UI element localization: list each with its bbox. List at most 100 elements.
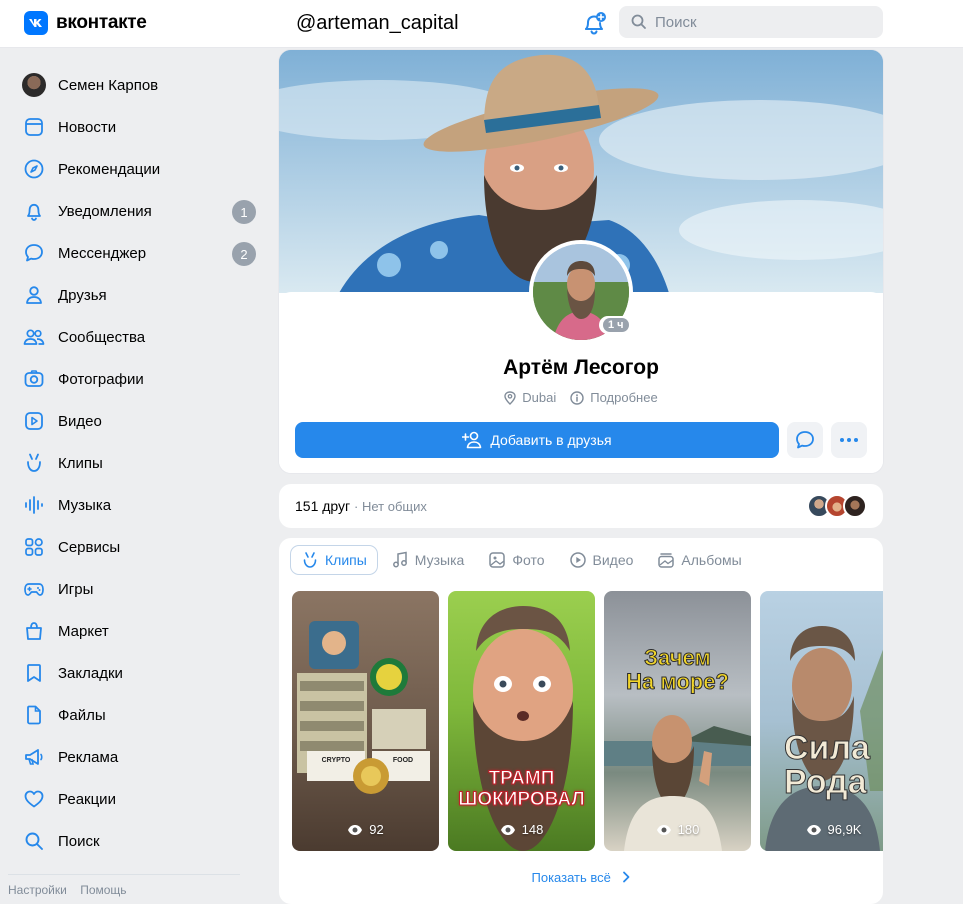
friends-card[interactable]: 151 друг · Нет общих	[279, 484, 883, 528]
sidebar-item-music[interactable]: Музыка	[16, 484, 266, 526]
eye-icon	[656, 824, 671, 835]
info-icon	[570, 390, 584, 405]
clip-caption: Сила Рода	[784, 729, 871, 801]
tab-clips-label: Клипы	[325, 552, 367, 568]
sidebar-item-video[interactable]: Видео	[16, 400, 266, 442]
add-friend-button[interactable]: Добавить в друзья	[295, 422, 779, 458]
clip-thumbnail[interactable]: CRYPTO FOOD 92	[292, 591, 439, 851]
sidebar-item-label: Музыка	[58, 496, 112, 514]
more-horizontal-icon	[840, 438, 858, 442]
sidebar-item-badge: 2	[232, 242, 256, 266]
bell-icon	[22, 199, 46, 223]
profile-details-link[interactable]: Подробнее	[570, 390, 658, 405]
clips-icon	[303, 552, 317, 568]
sidebar-item-bag[interactable]: Маркет	[16, 610, 266, 652]
sidebar-item-bookmark[interactable]: Закладки	[16, 652, 266, 694]
online-status-badge: 1 ч	[599, 316, 633, 334]
search-icon	[22, 829, 46, 853]
eye-icon	[500, 824, 515, 835]
mutual-friends-text: Нет общих	[362, 499, 427, 514]
message-button[interactable]	[787, 422, 823, 458]
profile-card: 1 ч Артём Лесогор Dubai Подробнее Добави…	[279, 50, 883, 473]
sidebar-item-label: Реакции	[58, 790, 116, 808]
search-box[interactable]	[619, 6, 883, 38]
sidebar-item-heart[interactable]: Реакции	[16, 778, 266, 820]
tab-photo[interactable]: Фото	[478, 546, 554, 574]
sidebar-item-clips[interactable]: Клипы	[16, 442, 266, 484]
sidebar-item-users[interactable]: Сообщества	[16, 316, 266, 358]
vk-logo[interactable]: вконтакте	[24, 11, 147, 35]
sidebar-item-compass[interactable]: Рекомендации	[16, 148, 266, 190]
friends-count: 151 друг · Нет общих	[295, 498, 427, 514]
sidebar-item-label: Сообщества	[58, 328, 146, 346]
music-icon	[392, 551, 407, 568]
friend-avatar[interactable]	[843, 494, 867, 518]
tab-albums-label: Альбомы	[681, 552, 742, 568]
tab-clips[interactable]: Клипы	[291, 546, 377, 574]
services-icon	[22, 535, 46, 559]
sidebar-item-label: Уведомления	[58, 202, 152, 220]
sidebar-item-label: Поиск	[58, 832, 100, 850]
tab-photo-label: Фото	[512, 552, 545, 568]
message-icon	[796, 431, 814, 449]
location-pin-icon	[504, 390, 516, 405]
sidebar-item-news[interactable]: Новости	[16, 106, 266, 148]
news-icon	[22, 115, 46, 139]
heart-icon	[22, 787, 46, 811]
logo-text: вконтакте	[56, 12, 147, 33]
sidebar-item-label: Мессенджер	[58, 244, 147, 262]
sidebar-item-user[interactable]: Друзья	[16, 274, 266, 316]
sidebar-profile[interactable]: Семен Карпов	[16, 64, 266, 106]
left-sidebar: Семен Карпов Новости Рекомендации Уведомле…	[16, 64, 266, 862]
media-tabs: Клипы Музыка Фото Видео Альбомы	[291, 546, 756, 574]
sidebar-profile-name: Семен Карпов	[58, 76, 159, 94]
clip-thumbnail[interactable]: ТРАМП ШОКИРОВАЛ 148	[448, 591, 595, 851]
avatar	[22, 73, 46, 97]
megaphone-icon	[22, 745, 46, 769]
music-icon	[22, 493, 46, 517]
sidebar-item-file[interactable]: Файлы	[16, 694, 266, 736]
sidebar-item-label: Закладки	[58, 664, 123, 682]
search-input[interactable]	[655, 13, 855, 31]
clips-icon	[22, 451, 46, 475]
sidebar-item-services[interactable]: Сервисы	[16, 526, 266, 568]
header-handle: @arteman_capital	[296, 12, 459, 34]
clip-views: 96,9K	[760, 822, 883, 837]
bag-icon	[22, 619, 46, 643]
gamepad-icon	[22, 577, 46, 601]
sidebar-item-chat[interactable]: Мессенджер 2	[16, 232, 266, 274]
vk-logo-icon	[24, 11, 48, 35]
sidebar-item-label: Новости	[58, 118, 117, 136]
tab-music-label: Музыка	[414, 552, 465, 568]
sidebar-item-gamepad[interactable]: Игры	[16, 568, 266, 610]
clip-views: 92	[292, 822, 439, 837]
more-actions-button[interactable]	[831, 422, 867, 458]
clip-thumbnail[interactable]: Зачем На море? 180	[604, 591, 751, 851]
sidebar-item-search[interactable]: Поиск	[16, 820, 266, 862]
add-user-icon	[462, 431, 482, 449]
help-link[interactable]: Помощь	[80, 883, 126, 897]
show-all-link[interactable]: Показать всё	[279, 870, 883, 885]
notifications-bell-icon[interactable]	[580, 10, 608, 38]
clips-row: CRYPTO FOOD 92 ТРАМП ШОКИРОВАЛ 148 Зачем…	[292, 591, 883, 851]
sidebar-item-label: Друзья	[58, 286, 107, 304]
clip-views: 180	[604, 822, 751, 837]
user-icon	[22, 283, 46, 307]
friends-count-text: 151 друг	[295, 498, 351, 514]
sidebar-item-label: Сервисы	[58, 538, 121, 556]
tab-music[interactable]: Музыка	[381, 546, 475, 574]
photo-icon	[489, 552, 506, 568]
chat-icon	[22, 241, 46, 265]
sidebar-item-megaphone[interactable]: Реклама	[16, 736, 266, 778]
sidebar-item-bell[interactable]: Уведомления 1	[16, 190, 266, 232]
tab-albums[interactable]: Альбомы	[647, 546, 751, 574]
sidebar-item-badge: 1	[232, 200, 256, 224]
media-card: Клипы Музыка Фото Видео Альбомы CRYPTO F…	[279, 538, 883, 904]
clip-views: 148	[448, 822, 595, 837]
file-icon	[22, 703, 46, 727]
sidebar-item-camera[interactable]: Фотографии	[16, 358, 266, 400]
clip-thumbnail[interactable]: Сила Рода 96,9K	[760, 591, 883, 851]
tab-video[interactable]: Видео	[559, 546, 644, 574]
settings-link[interactable]: Настройки	[8, 883, 67, 897]
video-icon	[569, 552, 586, 568]
